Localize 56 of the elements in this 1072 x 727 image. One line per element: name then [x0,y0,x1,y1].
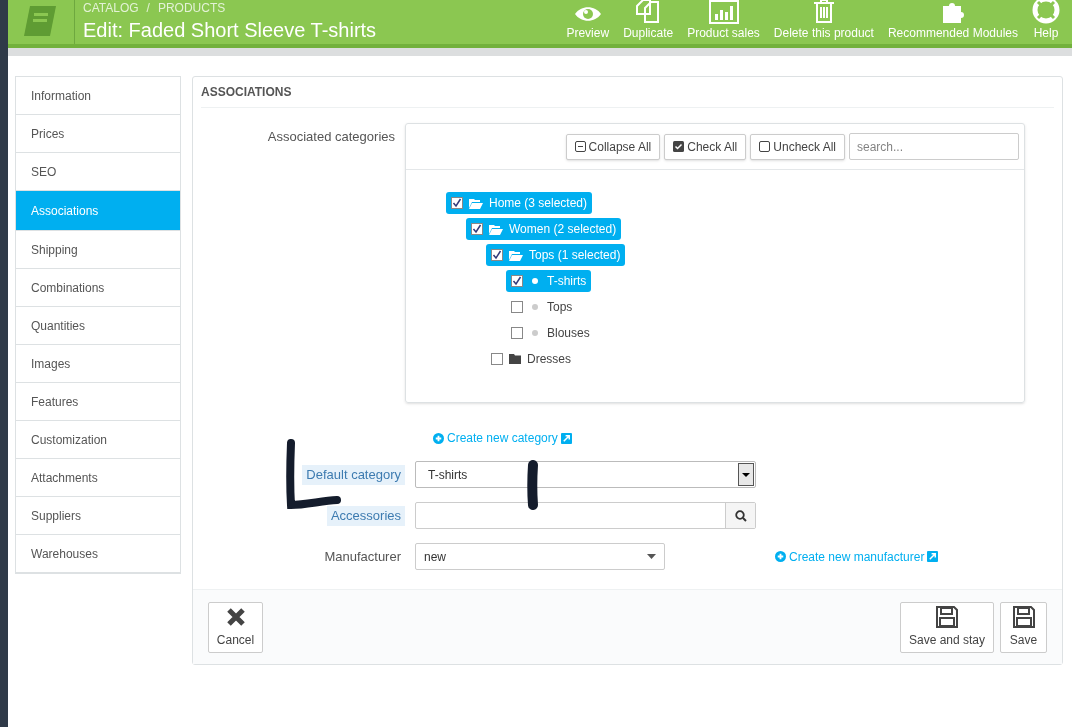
close-icon [225,606,246,627]
sidebar-tab[interactable]: Information [16,77,180,115]
tree-toolbar-button[interactable]: Collapse All [565,133,661,160]
field-label: Accessories [326,505,405,526]
search-button[interactable] [725,503,755,528]
sidebar-tab[interactable]: Shipping [16,231,180,269]
checkbox[interactable] [491,353,503,365]
search-field[interactable]: search... [849,133,1019,160]
checkbox[interactable] [511,327,523,339]
field-label: Default category [302,464,405,485]
page-title: Edit: Faded Short Sleeve T-shirts [83,18,377,43]
checkbox[interactable] [511,301,523,313]
checkbox[interactable] [491,249,503,261]
bar-chart-icon [708,0,739,24]
sidebar-tab[interactable]: Features [16,383,180,421]
checkbox[interactable] [511,275,523,287]
sidebar-tab[interactable]: Images [16,345,180,383]
external-link-icon [927,551,939,562]
hand-drawn-mark [526,460,540,510]
sidebar-tab[interactable]: Customization [16,421,180,459]
sidebar-tab[interactable]: Quantities [16,307,180,345]
search-field[interactable] [415,502,756,529]
dropdown-field[interactable]: T-shirts [415,461,756,488]
field-label: Manufacturer [323,547,402,566]
tree-item[interactable]: Tops [506,296,578,318]
tree-item[interactable]: Blouses [506,322,595,344]
caret-icon [647,554,656,559]
plus-circle-icon [775,551,786,562]
tree-toolbar-button[interactable]: Check All [664,133,747,160]
empty-square-icon [759,141,771,152]
field-label: Associated categories [266,128,396,146]
checked-box-icon [673,141,685,152]
dropdown-field[interactable]: new [415,543,665,570]
footer-button[interactable]: Save and stay [900,601,994,653]
bullet-icon [532,278,538,284]
bullet-icon [532,330,538,336]
bullet-icon [532,304,538,310]
external-link-icon [560,432,572,444]
panel-heading: ASSOCIATIONS [201,77,1054,108]
sidebar-tab[interactable]: Warehouses [16,535,180,573]
search-icon [734,509,747,522]
trash-icon [812,0,835,24]
sidebar-tab[interactable]: Attachments [16,459,180,497]
tree-item[interactable]: Dresses [486,348,576,370]
sidebar-tab[interactable]: Prices [16,115,180,153]
minus-square-icon [574,141,586,152]
checkbox[interactable] [451,197,463,209]
breadcrumb-separator: / [146,1,150,15]
eye-icon [573,4,602,24]
checkbox[interactable] [471,223,483,235]
sidebar-tab[interactable]: Combinations [16,269,180,307]
plus-circle-icon [433,432,444,444]
tree-toolbar-button[interactable]: Uncheck All [750,133,845,160]
footer-button[interactable]: Save [1000,601,1047,653]
sidebar-tab[interactable]: Suppliers [16,497,180,535]
footer-button[interactable]: Cancel [208,601,263,653]
